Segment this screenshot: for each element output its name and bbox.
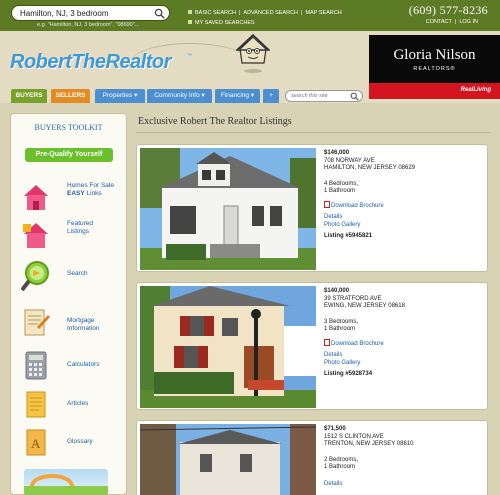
mortgage-icon [24, 309, 50, 336]
phone-number: (609) 577-8236 [408, 3, 488, 17]
advanced-search-link[interactable]: ADVANCED SEARCH [243, 10, 298, 16]
prequalify-button[interactable]: Pre-Qualify Yourself [25, 148, 113, 162]
details-link[interactable]: Details [324, 352, 484, 360]
search-icon[interactable] [350, 92, 359, 101]
account-links: CONTACT | LOG IN [425, 19, 478, 25]
pdf-icon [324, 338, 330, 346]
listing-bedrooms: 4 Bedrooms, [324, 180, 359, 187]
photo-gallery-link[interactable]: Photo Gallery [324, 360, 484, 368]
calculators-label: Calculators [67, 361, 100, 368]
promo-banner-image[interactable] [24, 469, 108, 495]
top-links: BASIC SEARCH | ADVANCED SEARCH | MAP SEARCH … [188, 8, 342, 28]
details-link[interactable]: Details [324, 214, 484, 222]
trademark: ™ [187, 53, 192, 59]
divider [136, 132, 491, 133]
listing-info: $71,500 1512 S CLINTON AVE TRENTON, NEW … [324, 426, 484, 488]
listing-bedrooms: 3 Bedrooms, [324, 318, 359, 325]
site-search-input[interactable]: search this site [285, 90, 363, 102]
tab-buyers[interactable]: BUYERS [11, 89, 47, 103]
listing-address: 1512 S CLINTON AVE [324, 433, 384, 440]
menu-more[interactable]: + [263, 89, 279, 103]
details-link[interactable]: Details [324, 481, 484, 489]
brokerage-name: Gloria Nilson [393, 47, 476, 63]
tab-sellers[interactable]: SELLERS [51, 89, 90, 103]
search-icon[interactable] [154, 8, 165, 19]
top-bar: Hamilton, NJ, 3 bedroom e.g. "Hamilton, … [0, 0, 500, 31]
sidebar-item-mortgage[interactable]: Mortgage Information [21, 307, 126, 343]
main-content: Exclusive Robert The Realtor Listings $1… [136, 113, 500, 495]
svg-text:A: A [31, 436, 41, 451]
photo-gallery-link[interactable]: Photo Gallery [324, 222, 484, 230]
location-search-input[interactable]: Hamilton, NJ, 3 bedroom [11, 5, 170, 21]
sidebar-item-featured-listings[interactable]: Featured Listings [21, 220, 126, 256]
menu-properties[interactable]: Properties ▾ [95, 89, 145, 103]
listing-card: $140,000 39 STRATFORD AVE EWING, NEW JER… [136, 282, 488, 410]
menu-community-info[interactable]: Community Info ▾ [147, 89, 212, 103]
listing-price: $140,000 [324, 288, 350, 294]
listing-photo[interactable] [140, 424, 316, 495]
featured-listings-label: Featured Listings [67, 220, 94, 235]
brochure-link[interactable]: Download Brochure [324, 338, 484, 349]
basic-search-link[interactable]: BASIC SEARCH [195, 10, 236, 16]
site-logo[interactable]: RobertTheRealtor [10, 51, 171, 74]
articles-label: Articles [67, 400, 89, 407]
sidebar-item-homes-for-sale[interactable]: Homes For Sale EASY Links [21, 182, 126, 218]
map-search-link[interactable]: MAP SEARCH [305, 10, 341, 16]
listing-city: EWING, NEW JERSEY 08618 [324, 303, 405, 309]
toolkit-title: BUYERS TOOLKIT [34, 123, 103, 132]
buyers-toolkit-sidebar: BUYERS TOOLKIT Pre-Qualify Yourself Home… [10, 113, 127, 495]
real-living-strip: RealLiving [369, 83, 500, 99]
homes-for-sale-label: Homes For Sale EASY Links [67, 182, 114, 197]
listing-city: TRENTON, NEW JERSEY 08610 [324, 441, 414, 447]
listing-price: $146,000 [324, 150, 350, 156]
search-value[interactable]: Hamilton, NJ, 3 bedroom [20, 9, 108, 18]
listing-bathrooms: 1 Bathroom [324, 464, 356, 470]
listing-photo[interactable] [140, 148, 316, 270]
brokerage-sub: REALTORS® [413, 66, 456, 72]
pdf-icon [324, 200, 330, 208]
listing-info: $146,000 708 NORWAY AVE HAMILTON, NEW JE… [324, 150, 484, 241]
calculator-icon [25, 351, 47, 380]
listing-address: 708 NORWAY AVE [324, 157, 375, 164]
contact-link[interactable]: CONTACT [426, 19, 452, 25]
menu-financing[interactable]: Financing ▾ [215, 89, 260, 103]
glossary-icon: A [26, 429, 46, 456]
listing-bathrooms: 1 Bathroom [324, 326, 356, 332]
listing-card: $71,500 1512 S CLINTON AVE TRENTON, NEW … [136, 420, 488, 495]
listing-number: Listing #5928734 [324, 371, 373, 377]
listing-bedrooms: 2 Bedrooms, [324, 456, 359, 463]
login-link[interactable]: LOG IN [459, 19, 478, 25]
main-nav: BUYERS SELLERS Properties ▾ Community In… [0, 89, 369, 103]
page-title: Exclusive Robert The Realtor Listings [138, 116, 292, 127]
search-hint: e.g. "Hamilton, NJ, 3 bedroom", "08690".… [37, 22, 140, 28]
listing-number: Listing #5945821 [324, 233, 373, 239]
hill-graphic [24, 486, 108, 495]
bullet-icon [188, 10, 192, 14]
listing-city: HAMILTON, NEW JERSEY 08629 [324, 165, 416, 171]
listing-address: 39 STRATFORD AVE [324, 295, 382, 302]
real-living-tag: RealLiving [460, 87, 491, 93]
listing-bathrooms: 1 Bathroom [324, 188, 356, 194]
site-search-placeholder[interactable]: search this site [291, 93, 328, 99]
magnifier-icon [21, 261, 49, 292]
articles-icon [26, 391, 46, 418]
brokerage-logo[interactable]: Gloria Nilson REALTORS® RealLiving [369, 35, 500, 99]
bullet-icon [188, 20, 192, 24]
search-label: Search [67, 270, 88, 277]
mortgage-label: Mortgage Information [67, 317, 100, 332]
listing-photo[interactable] [140, 286, 316, 408]
sidebar-item-articles[interactable]: Articles [21, 389, 126, 425]
listing-card: $146,000 708 NORWAY AVE HAMILTON, NEW JE… [136, 144, 488, 272]
sidebar-item-glossary[interactable]: A Glossary [21, 427, 126, 463]
house-icon [24, 185, 48, 210]
sidebar-item-search[interactable]: Search [21, 260, 126, 296]
brochure-link[interactable]: Download Brochure [324, 200, 484, 211]
saved-searches-link[interactable]: MY SAVED SEARCHES [195, 20, 255, 26]
glossary-label: Glossary [67, 438, 93, 445]
listing-info: $140,000 39 STRATFORD AVE EWING, NEW JER… [324, 288, 484, 379]
sidebar-item-calculators[interactable]: Calculators [21, 350, 126, 386]
featured-house-icon [23, 223, 48, 248]
house-mascot-icon [236, 33, 270, 73]
listing-price: $71,500 [324, 426, 346, 432]
